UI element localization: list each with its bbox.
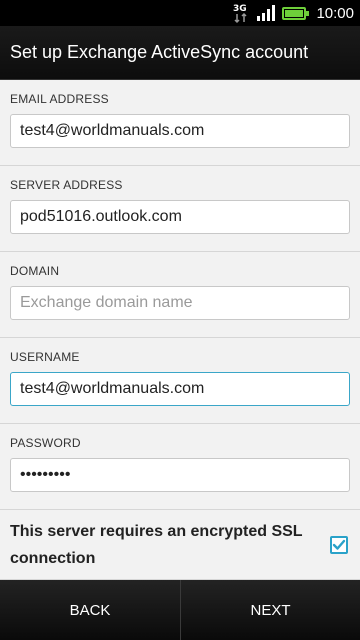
ssl-checkbox[interactable] [330,536,348,554]
page-title: Set up Exchange ActiveSync account [10,42,309,62]
next-button[interactable]: NEXT [180,580,360,640]
email-field-group: EMAIL ADDRESS [0,80,360,166]
svg-text:3G: 3G [233,4,247,14]
signal-strength-icon [256,5,276,21]
network-3g-icon: 3G [232,2,250,24]
server-field-group: SERVER ADDRESS [0,166,360,252]
domain-field-group: DOMAIN [0,252,360,338]
bottom-action-bar: BACK NEXT [0,580,360,640]
username-field-group: USERNAME [0,338,360,424]
server-address-field[interactable] [10,200,350,234]
ssl-option-label: This server requires an encrypted SSL co… [10,523,303,567]
password-field-group: PASSWORD [0,424,360,510]
battery-icon [282,6,310,20]
password-field[interactable] [10,458,350,492]
username-field[interactable] [10,372,350,406]
status-icons: 3G 10:00 [232,0,354,26]
back-button[interactable]: BACK [0,580,180,640]
domain-field[interactable] [10,286,350,320]
checkmark-icon [332,539,346,550]
email-label: EMAIL ADDRESS [10,92,109,106]
password-label: PASSWORD [10,436,81,450]
account-form: EMAIL ADDRESS SERVER ADDRESS DOMAIN USER… [0,80,360,580]
ssl-option-row[interactable]: This server requires an encrypted SSL co… [0,510,360,580]
username-label: USERNAME [10,350,80,364]
title-bar: Set up Exchange ActiveSync account [0,26,360,80]
status-bar: 3G 10:00 [0,0,360,26]
server-label: SERVER ADDRESS [10,178,123,192]
email-field[interactable] [10,114,350,148]
domain-label: DOMAIN [10,264,60,278]
status-time: 10:00 [316,4,354,22]
